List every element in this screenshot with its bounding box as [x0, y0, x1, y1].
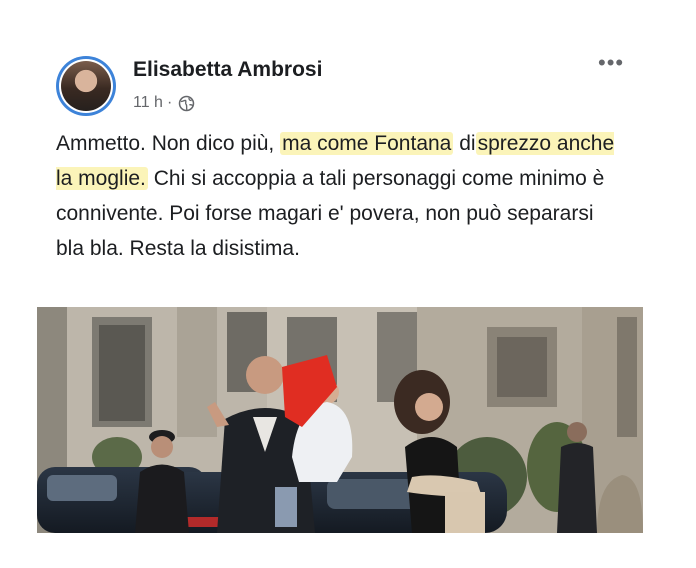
author-name[interactable]: Elisabetta Ambrosi — [133, 58, 322, 82]
photo-scene — [37, 307, 643, 533]
post-photo[interactable] — [37, 307, 643, 533]
post-meta: 11 h · — [133, 94, 195, 112]
post-text: Ammetto. Non dico più, ma come Fontana d… — [56, 126, 616, 266]
author-avatar[interactable] — [56, 56, 116, 116]
post-time[interactable]: 11 h — [133, 94, 163, 112]
post-text-part: di — [453, 132, 476, 155]
avatar-photo — [61, 61, 111, 111]
post-text-part: Ammetto. Non dico più, — [56, 132, 281, 155]
facebook-post: Elisabetta Ambrosi 11 h · ••• Ammetto. N… — [0, 0, 696, 568]
more-options-icon[interactable]: ••• — [598, 52, 624, 74]
globe-icon — [179, 95, 195, 111]
meta-separator: · — [166, 94, 173, 111]
highlighted-text: ma come Fontana — [280, 132, 454, 155]
